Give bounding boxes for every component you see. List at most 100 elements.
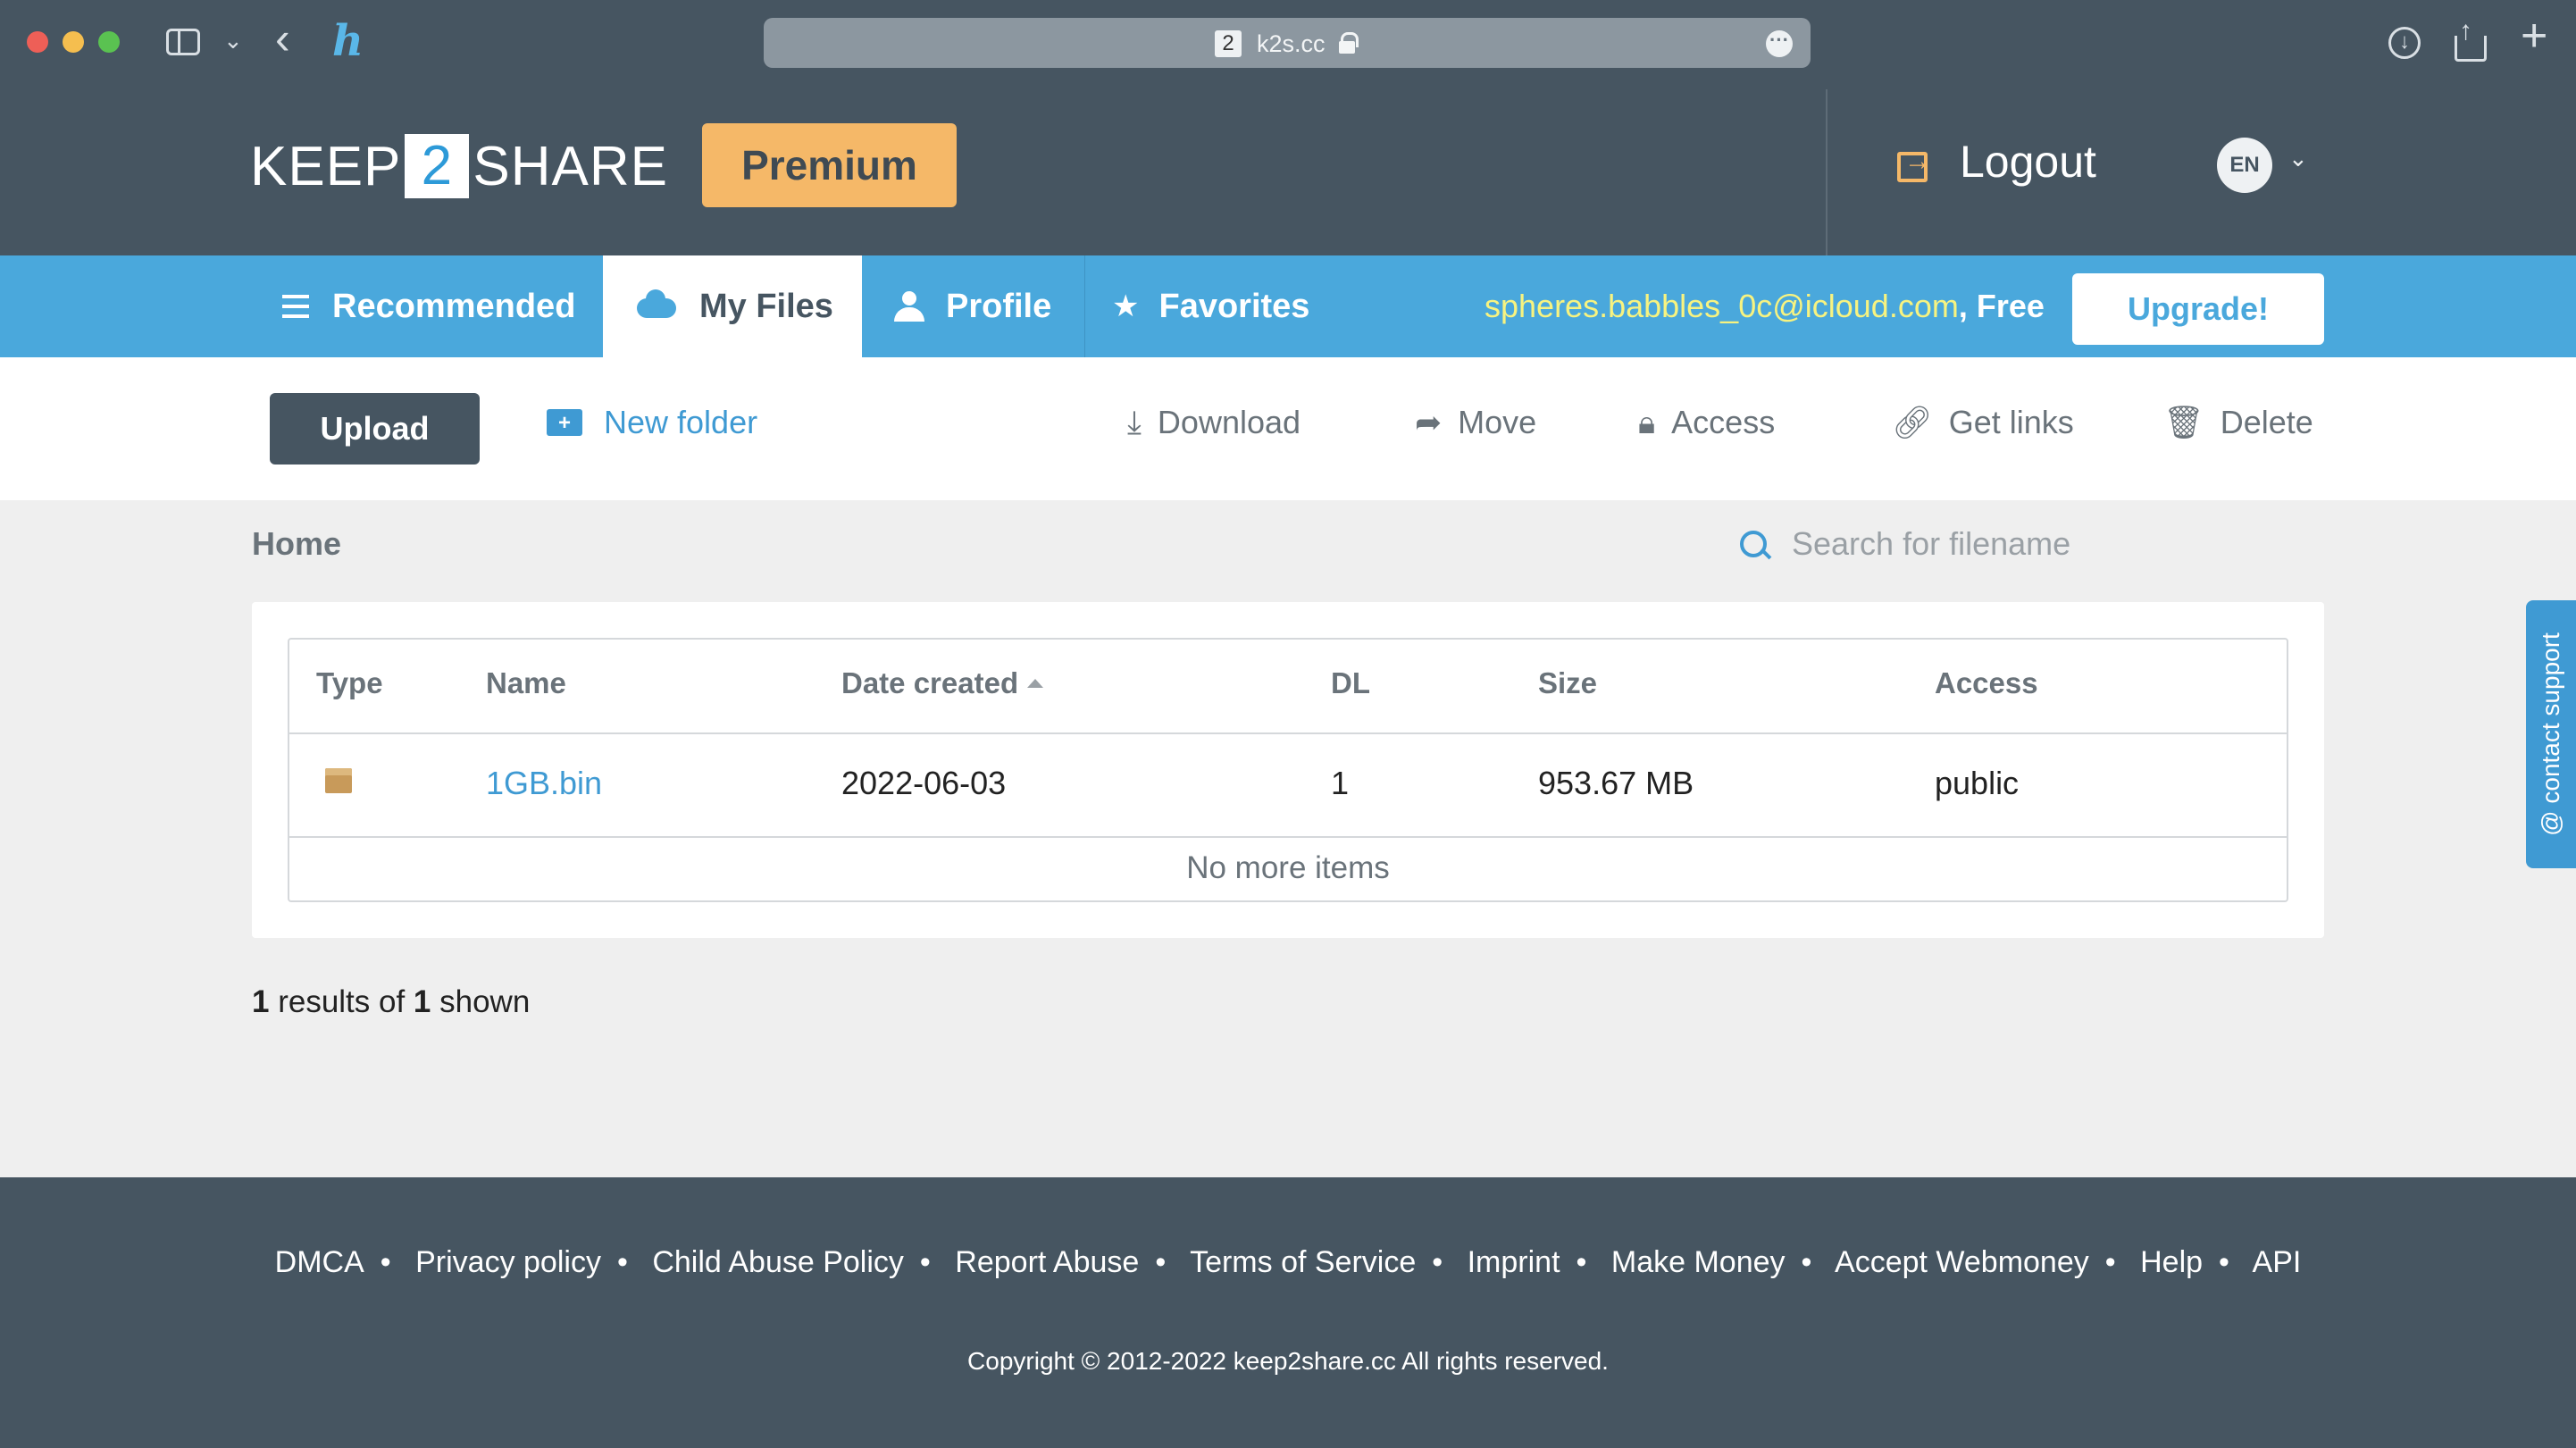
extension-icon[interactable]: h <box>332 16 364 66</box>
tab-recommended[interactable]: Recommended <box>250 255 603 357</box>
logo-text-left: KEEP <box>250 135 402 197</box>
footer-separator: • <box>1155 1245 1167 1279</box>
tab-label: Recommended <box>332 287 576 325</box>
footer-link-report-abuse[interactable]: Report Abuse <box>955 1245 1139 1279</box>
upload-button[interactable]: Upload <box>270 393 480 465</box>
account-info: spheres.babbles_0c@icloud.com, Free <box>1485 288 2045 325</box>
contact-support-tab[interactable]: @ contact support <box>2526 600 2576 868</box>
share-icon[interactable] <box>2455 16 2487 62</box>
download-button[interactable]: ⤓ Download <box>1127 400 1301 445</box>
column-header-date[interactable]: Date created <box>841 666 1044 700</box>
premium-button[interactable]: Premium <box>702 123 957 207</box>
column-header-dl[interactable]: DL <box>1331 666 1370 700</box>
file-downloads: 1 <box>1331 765 1350 801</box>
logout-link[interactable]: Logout <box>1960 136 2096 188</box>
footer-link-dmca[interactable]: DMCA <box>275 1245 364 1279</box>
upgrade-button[interactable]: Upgrade! <box>2072 273 2324 345</box>
tab-my-files[interactable]: My Files <box>603 255 862 357</box>
logo-text-right: SHARE <box>473 135 669 197</box>
logo[interactable]: KEEP 2 SHARE <box>250 134 668 198</box>
move-label: Move <box>1458 404 1537 440</box>
more-icon[interactable]: ··· <box>1766 30 1793 57</box>
account-separator: , <box>1958 288 1977 324</box>
chevron-down-icon[interactable]: ⌄ <box>223 27 243 54</box>
search-icon[interactable] <box>1740 531 1769 559</box>
footer-link-child-abuse[interactable]: Child Abuse Policy <box>652 1245 904 1279</box>
footer-link-api[interactable]: API <box>2253 1245 2302 1279</box>
file-name-link[interactable]: 1GB.bin <box>486 765 602 802</box>
star-icon: ★ <box>1112 289 1140 323</box>
browser-toolbar: ⌄ ‹ h 2 k2s.cc ··· ↓ + <box>0 0 2576 89</box>
site-footer: DMCA • Privacy policy • Child Abuse Policy… <box>0 1177 2576 1448</box>
column-header-access[interactable]: Access <box>1935 666 2038 700</box>
column-header-name[interactable]: Name <box>486 666 566 700</box>
results-total: 1 <box>413 984 431 1019</box>
url-text: k2s.cc <box>1257 30 1326 57</box>
folder-plus-icon: + <box>547 409 582 436</box>
footer-link-privacy[interactable]: Privacy policy <box>415 1245 601 1279</box>
close-window-button[interactable] <box>27 31 48 53</box>
get-links-button[interactable]: 🔗︎ Get links <box>1892 400 2074 445</box>
favicon: 2 <box>1215 30 1242 57</box>
breadcrumb[interactable]: Home <box>252 525 341 563</box>
copyright: Copyright © 2012-2022 keep2share.cc All … <box>967 1347 1609 1375</box>
package-icon <box>325 768 352 793</box>
access-button[interactable]: 🔒︎ Access <box>1638 400 1775 445</box>
footer-separator: • <box>616 1245 628 1279</box>
get-links-label: Get links <box>1948 404 2074 440</box>
download-label: Download <box>1157 404 1301 440</box>
files-panel: Type Name Date created DL Size Access 1G… <box>252 602 2324 938</box>
back-icon[interactable]: ‹ <box>275 16 290 61</box>
logo-number: 2 <box>405 134 470 198</box>
language-selector[interactable]: EN <box>2217 138 2272 193</box>
tab-label: My Files <box>699 287 833 325</box>
address-bar[interactable]: 2 k2s.cc ··· <box>764 18 1811 68</box>
delete-button[interactable]: 🗑︎ Delete <box>2163 400 2313 445</box>
footer-link-imprint[interactable]: Imprint <box>1468 1245 1560 1279</box>
footer-separator: • <box>1432 1245 1443 1279</box>
file-size: 953.67 MB <box>1538 765 1694 801</box>
new-folder-label: New folder <box>604 404 758 440</box>
results-summary: 1 results of 1 shown <box>252 984 530 1020</box>
download-icon[interactable]: ↓ <box>2388 27 2421 59</box>
column-header-size[interactable]: Size <box>1538 666 1597 700</box>
new-folder-button[interactable]: + New folder <box>547 400 757 445</box>
move-arrow-icon: ➦ <box>1415 404 1443 440</box>
column-header-type: Type <box>316 666 383 699</box>
lock-icon: 🔒︎ <box>1638 403 1656 440</box>
search-input[interactable] <box>1792 522 2328 566</box>
footer-link-help[interactable]: Help <box>2140 1245 2203 1279</box>
results-count: 1 <box>252 984 270 1019</box>
file-date: 2022-06-03 <box>841 765 1007 801</box>
table-row[interactable]: 1GB.bin 2022-06-03 1 953.67 MB public <box>289 734 2287 838</box>
footer-link-make-money[interactable]: Make Money <box>1611 1245 1786 1279</box>
column-header-date-label: Date created <box>841 666 1019 699</box>
file-access: public <box>1935 765 2020 801</box>
header-divider <box>1826 89 1827 255</box>
account-email[interactable]: spheres.babbles_0c@icloud.com <box>1485 288 1959 324</box>
main-nav: Recommended My Files Profile ★ Favorites… <box>0 255 2576 357</box>
footer-links: DMCA • Privacy policy • Child Abuse Policy… <box>0 1245 2576 1280</box>
sidebar-icon[interactable] <box>166 29 200 55</box>
zoom-window-button[interactable] <box>98 31 120 53</box>
trash-icon: 🗑︎ <box>2163 404 2204 440</box>
list-icon <box>282 295 309 318</box>
logout-icon[interactable] <box>1897 146 1931 182</box>
plus-icon[interactable]: + <box>2521 13 2547 59</box>
tab-favorites[interactable]: ★ Favorites <box>1085 255 1353 357</box>
lock-icon <box>1339 32 1359 54</box>
file-toolbar: Upload + New folder ⤓ Download ➦ Move 🔒︎… <box>0 357 2576 500</box>
footer-separator: • <box>2104 1245 2116 1279</box>
minimize-window-button[interactable] <box>63 31 84 53</box>
chevron-down-icon[interactable]: ⌄ <box>2288 145 2308 172</box>
footer-link-webmoney[interactable]: Accept Webmoney <box>1835 1245 2089 1279</box>
move-button[interactable]: ➦ Move <box>1415 400 1536 445</box>
footer-link-terms[interactable]: Terms of Service <box>1190 1245 1416 1279</box>
download-icon: ⤓ <box>1127 403 1142 440</box>
sort-ascending-icon <box>1027 679 1044 688</box>
tab-profile[interactable]: Profile <box>862 255 1085 357</box>
access-label: Access <box>1671 404 1776 440</box>
footer-separator: • <box>1801 1245 1812 1279</box>
results-suffix: shown <box>431 984 531 1019</box>
footer-separator: • <box>1576 1245 1587 1279</box>
